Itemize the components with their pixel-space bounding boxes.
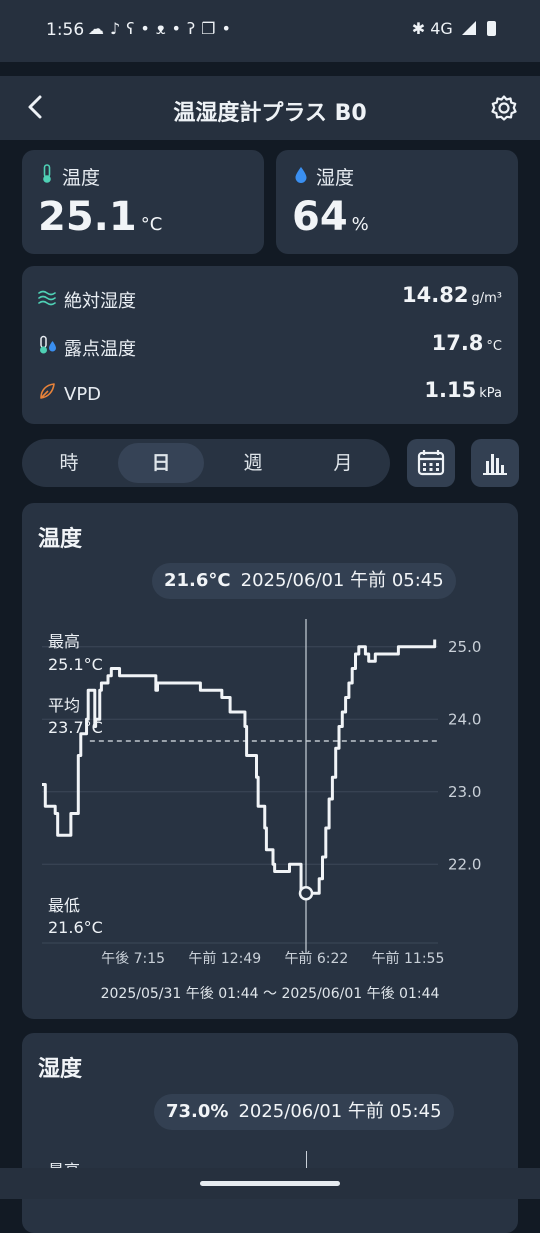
temperature-label-row: 温度 bbox=[40, 163, 100, 190]
thermometer-icon bbox=[40, 164, 56, 189]
status-right: ✱ 4G bbox=[412, 19, 496, 38]
humidity-chart-card: 湿度 73.0%2025/06/01 午前 05:45 最高 bbox=[22, 1033, 518, 1233]
wind-icon bbox=[38, 289, 60, 312]
x-tick-label: 午前 12:49 bbox=[188, 950, 261, 967]
y-tick-label: 24.0 bbox=[448, 710, 481, 728]
temperature-label: 温度 bbox=[62, 167, 101, 189]
status-bar: 1:56 ☁♪ʕ•ᴥ•ʔ❐• ✱ 4G bbox=[0, 0, 540, 62]
temperature-card[interactable]: 温度 25.1 °C bbox=[22, 150, 264, 254]
tooltip-value: 73.0% bbox=[166, 1101, 229, 1122]
temperature-value: 25.1 bbox=[38, 194, 137, 240]
metric-label-row: 露点温度 bbox=[38, 335, 136, 361]
x-tick-label: 午後 7:15 bbox=[101, 951, 165, 967]
chart-tooltip: 73.0% 2025/06/01 午前 05:45 bbox=[154, 1094, 454, 1130]
humidity-label: 湿度 bbox=[316, 167, 355, 189]
max-label: 最高 bbox=[48, 632, 80, 651]
min-value: 21.6°C bbox=[48, 918, 103, 937]
settings-button[interactable] bbox=[490, 94, 518, 122]
metric-row-dew-point: 露点温度 17.8 °C bbox=[38, 331, 502, 361]
metric-value: 1.15 bbox=[424, 378, 477, 402]
avg-value: 23.7°C bbox=[48, 718, 103, 737]
humidity-label-row: 湿度 bbox=[294, 163, 354, 190]
y-tick-label: 25.0 bbox=[448, 638, 481, 656]
bar-chart-button[interactable] bbox=[471, 439, 519, 487]
temperature-series-line bbox=[42, 639, 437, 895]
range-tabs: 時 日 週 月 bbox=[22, 439, 390, 487]
selected-point-marker bbox=[298, 886, 314, 901]
metric-label: 絶対湿度 bbox=[64, 291, 136, 312]
metric-value-row: 14.82 g/m³ bbox=[402, 283, 502, 307]
bluetooth-icon: ✱ bbox=[411, 19, 426, 38]
metric-row-absolute-humidity: 絶対湿度 14.82 g/m³ bbox=[38, 283, 502, 313]
metric-value: 17.8 bbox=[431, 331, 484, 355]
metric-label-row: 絶対湿度 bbox=[38, 287, 136, 313]
bar-chart-icon bbox=[483, 454, 507, 475]
network-label: 4G bbox=[430, 19, 453, 38]
page-title: 温湿度計プラス B0 bbox=[173, 101, 367, 126]
metric-label: 露点温度 bbox=[64, 339, 136, 360]
tab-day[interactable]: 日 bbox=[118, 443, 204, 483]
metric-unit: kPa bbox=[479, 386, 502, 401]
copy-icon: ❐ bbox=[201, 19, 222, 38]
metric-unit: °C bbox=[486, 339, 502, 354]
avg-label: 平均 bbox=[48, 696, 80, 715]
calendar-button[interactable] bbox=[407, 439, 455, 487]
metric-row-vpd: VPD 1.15 kPa bbox=[38, 378, 502, 408]
x-tick-label: 午前 6:22 bbox=[284, 950, 348, 967]
metric-value: 14.82 bbox=[402, 283, 469, 307]
home-handle[interactable] bbox=[200, 1181, 340, 1186]
water-drop-icon bbox=[294, 166, 310, 189]
signal-icon bbox=[461, 21, 476, 35]
metric-label: VPD bbox=[64, 384, 102, 405]
humidity-value: 64 bbox=[292, 194, 348, 240]
metrics-card: 絶対湿度 14.82 g/m³ 露点温度 17.8 °C VPD 1.15 kPa bbox=[22, 266, 518, 424]
leaf-icon bbox=[38, 382, 60, 405]
dew-point-icon bbox=[38, 335, 60, 360]
temperature-chart[interactable]: 25.0 24.0 23.0 22.0 午後 7:15 午前 12:49 午前 6:22 午前… bbox=[22, 503, 518, 1019]
gear-icon bbox=[491, 95, 517, 121]
humidity-card[interactable]: 湿度 64% bbox=[276, 150, 518, 254]
battery-icon bbox=[487, 21, 496, 36]
notification-icons: ☁♪ʕ•ᴥ•ʔ❐• bbox=[88, 19, 237, 39]
temperature-unit: °C bbox=[140, 214, 163, 235]
tab-month[interactable]: 月 bbox=[300, 443, 386, 483]
chart-title: 湿度 bbox=[38, 1057, 83, 1082]
x-tick-label: 午前 11:55 bbox=[372, 950, 445, 967]
app-bar: 温湿度計プラス B0 bbox=[0, 76, 540, 140]
metric-label-row: VPD bbox=[38, 382, 101, 405]
y-tick-label: 23.0 bbox=[448, 783, 481, 801]
tab-week[interactable]: 週 bbox=[210, 443, 296, 483]
min-label: 最低 bbox=[48, 896, 80, 915]
metric-unit: g/m³ bbox=[471, 291, 502, 306]
tiktok-icon: ♪ bbox=[110, 19, 127, 38]
tab-hour[interactable]: 時 bbox=[26, 443, 112, 483]
status-time: 1:56 bbox=[46, 20, 85, 40]
more-notifications-dot: • bbox=[221, 19, 237, 38]
cloud-icon: ☁ bbox=[88, 19, 110, 38]
temperature-chart-card: 温度 21.6°C 2025/06/01 午前 05:45 25.0 24.0 23.… bbox=[22, 503, 518, 1019]
tooltip-time: 2025/06/01 午前 05:45 bbox=[238, 1101, 442, 1122]
bear-icon: ʕ•ᴥ•ʔ bbox=[126, 19, 202, 38]
max-value: 25.1°C bbox=[48, 655, 103, 674]
humidity-unit: % bbox=[351, 214, 369, 235]
y-tick-label: 22.0 bbox=[448, 855, 481, 873]
metric-value-row: 1.15 kPa bbox=[424, 378, 502, 402]
metric-value-row: 17.8 °C bbox=[432, 331, 502, 355]
chart-range-label: 2025/05/31 午後 01:44 〜 2025/06/01 午後 01:4… bbox=[101, 986, 440, 1002]
humidity-value-row: 64% bbox=[292, 194, 369, 240]
calendar-icon bbox=[417, 450, 445, 476]
temperature-value-row: 25.1 °C bbox=[38, 194, 162, 240]
navigation-bar bbox=[0, 1168, 540, 1199]
